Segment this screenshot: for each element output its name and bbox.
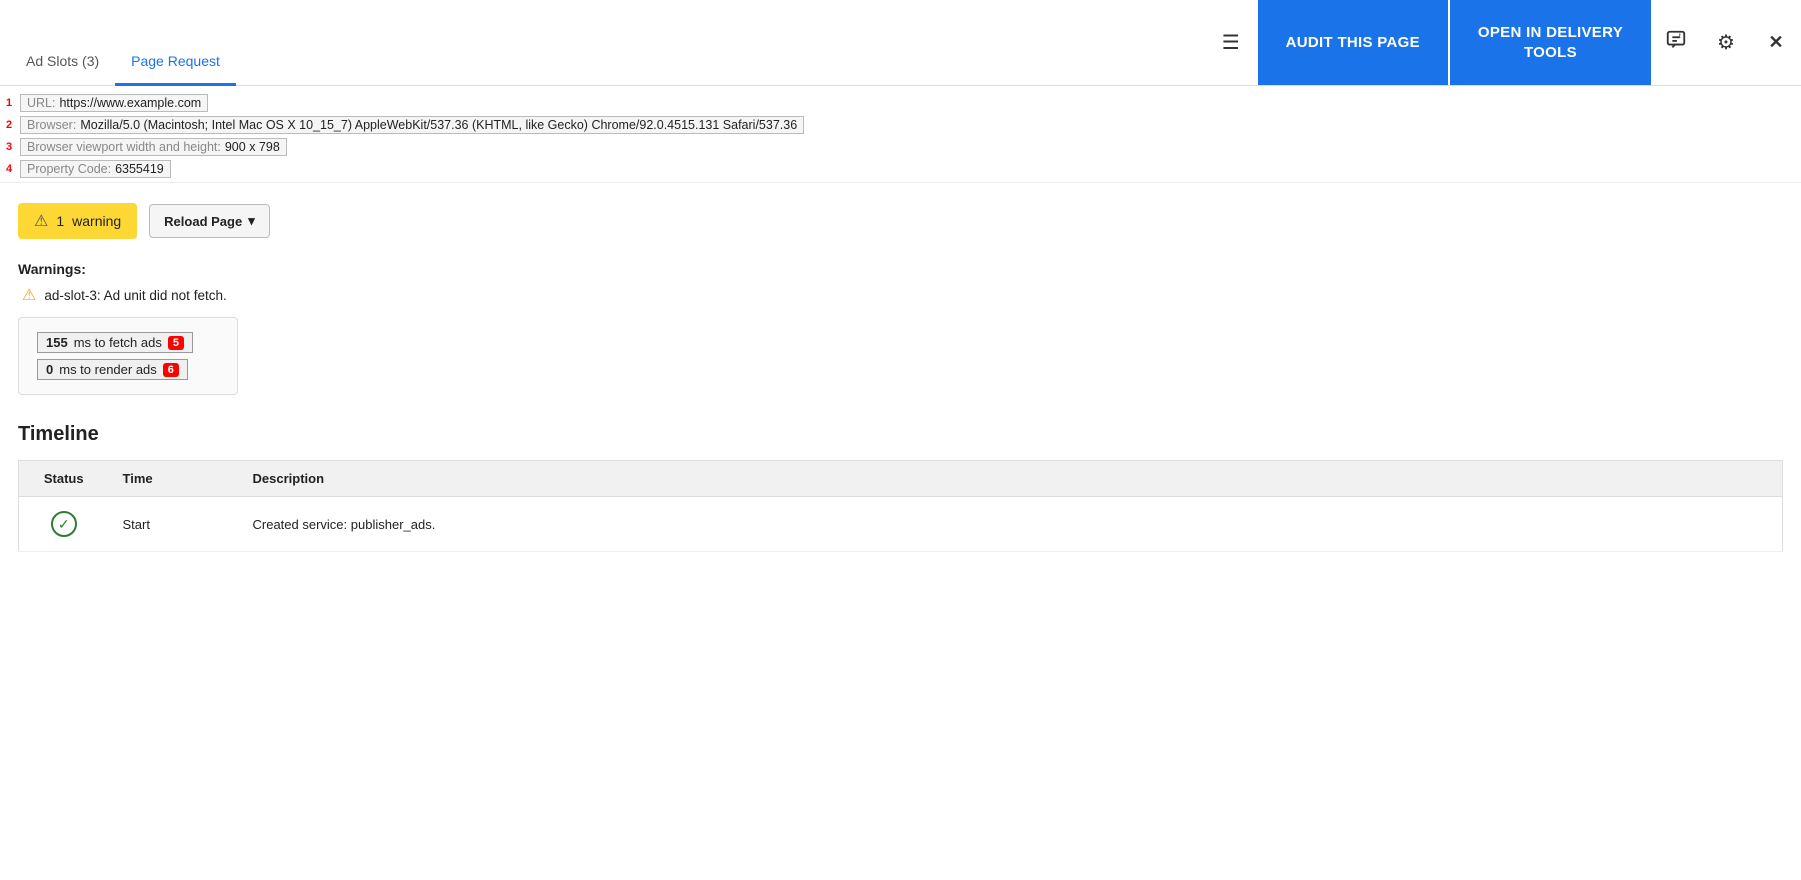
timeline-section: Timeline Status Time Description ✓ Start… (18, 423, 1783, 552)
browser-label: Browser: (27, 118, 76, 132)
property-value: 6355419 (115, 162, 164, 176)
row-num-1: 1 (6, 97, 18, 109)
warning-label: warning (72, 213, 121, 229)
open-in-delivery-tools-button[interactable]: OPEN IN DELIVERY TOOLS (1450, 0, 1651, 85)
table-cell-time: Start (109, 497, 239, 552)
table-cell-status: ✓ (19, 497, 109, 552)
stat-row-fetch: 155 ms to fetch ads 5 (37, 332, 219, 353)
reload-page-label: Reload Page (164, 214, 242, 229)
fetch-ms-value: 155 (46, 335, 68, 350)
property-box: Property Code: 6355419 (20, 160, 171, 178)
col-header-status: Status (19, 461, 109, 497)
warning-item: ⚠ ad-slot-3: Ad unit did not fetch. (18, 285, 1783, 305)
fetch-badge: 5 (168, 336, 184, 350)
url-value: https://www.example.com (59, 96, 201, 110)
warning-row: ⚠ 1 warning Reload Page ▾ (18, 203, 1783, 239)
warnings-title: Warnings: (18, 261, 1783, 277)
table-cell-description: Created service: publisher_ads. (239, 497, 1783, 552)
reload-dropdown-icon: ▾ (248, 213, 255, 229)
settings-button[interactable]: ⚙ (1701, 0, 1751, 85)
browser-value: Mozilla/5.0 (Macintosh; Intel Mac OS X 1… (80, 118, 797, 132)
warning-badge[interactable]: ⚠ 1 warning (18, 203, 137, 239)
col-header-description: Description (239, 461, 1783, 497)
viewport-label: Browser viewport width and height: (27, 140, 221, 154)
timeline-title: Timeline (18, 423, 1783, 446)
info-section: 1 URL: https://www.example.com 2 Browser… (0, 86, 1801, 183)
info-row-url: 1 URL: https://www.example.com (2, 92, 1799, 114)
comment-icon: ! (1665, 29, 1687, 56)
svg-text:!: ! (1679, 33, 1681, 40)
info-row-property: 4 Property Code: 6355419 (2, 158, 1799, 180)
render-badge: 6 (163, 363, 179, 377)
tabs-container: Ad Slots (3) Page Request (0, 0, 246, 85)
comment-icon-button[interactable]: ! (1651, 0, 1701, 85)
warning-badge-icon: ⚠ (34, 211, 48, 231)
stat-row-render: 0 ms to render ads 6 (37, 359, 219, 380)
gear-icon: ⚙ (1717, 30, 1735, 55)
info-row-viewport: 3 Browser viewport width and height: 900… (2, 136, 1799, 158)
row-num-4: 4 (6, 163, 18, 175)
row-num-2: 2 (6, 119, 18, 131)
url-label: URL: (27, 96, 55, 110)
tab-page-request[interactable]: Page Request (115, 43, 236, 86)
fetch-ms-label: ms to fetch ads (74, 335, 162, 350)
audit-this-page-button[interactable]: AUDIT THIS PAGE (1258, 0, 1448, 85)
viewport-box: Browser viewport width and height: 900 x… (20, 138, 287, 156)
warning-item-icon: ⚠ (22, 285, 36, 305)
row-num-3: 3 (6, 141, 18, 153)
col-header-time: Time (109, 461, 239, 497)
timeline-header-row: Status Time Description (19, 461, 1783, 497)
reload-page-button[interactable]: Reload Page ▾ (149, 204, 270, 238)
header-spacer (246, 0, 1204, 85)
info-row-browser: 2 Browser: Mozilla/5.0 (Macintosh; Intel… (2, 114, 1799, 136)
render-stat-box: 0 ms to render ads 6 (37, 359, 188, 380)
warning-count: 1 (56, 213, 64, 229)
warning-item-text: ad-slot-3: Ad unit did not fetch. (44, 288, 226, 303)
tab-ad-slots[interactable]: Ad Slots (3) (10, 43, 115, 86)
main-content: ⚠ 1 warning Reload Page ▾ Warnings: ⚠ ad… (0, 183, 1801, 572)
property-label: Property Code: (27, 162, 111, 176)
browser-box: Browser: Mozilla/5.0 (Macintosh; Intel M… (20, 116, 804, 134)
close-icon: ✕ (1768, 32, 1783, 53)
render-ms-label: ms to render ads (59, 362, 157, 377)
header-actions: ☰ AUDIT THIS PAGE OPEN IN DELIVERY TOOLS… (1204, 0, 1801, 85)
table-row: ✓ Start Created service: publisher_ads. (19, 497, 1783, 552)
warnings-section: Warnings: ⚠ ad-slot-3: Ad unit did not f… (18, 261, 1783, 305)
viewport-value: 900 x 798 (225, 140, 280, 154)
fetch-stat-box: 155 ms to fetch ads 5 (37, 332, 193, 353)
render-ms-value: 0 (46, 362, 53, 377)
timeline-table: Status Time Description ✓ Start Created … (18, 460, 1783, 552)
stats-box: 155 ms to fetch ads 5 0 ms to render ads… (18, 317, 238, 395)
menu-button[interactable]: ☰ (1204, 30, 1258, 55)
close-button[interactable]: ✕ (1751, 0, 1801, 85)
check-icon: ✓ (51, 511, 77, 537)
url-box: URL: https://www.example.com (20, 94, 208, 112)
header: Ad Slots (3) Page Request ☰ AUDIT THIS P… (0, 0, 1801, 86)
